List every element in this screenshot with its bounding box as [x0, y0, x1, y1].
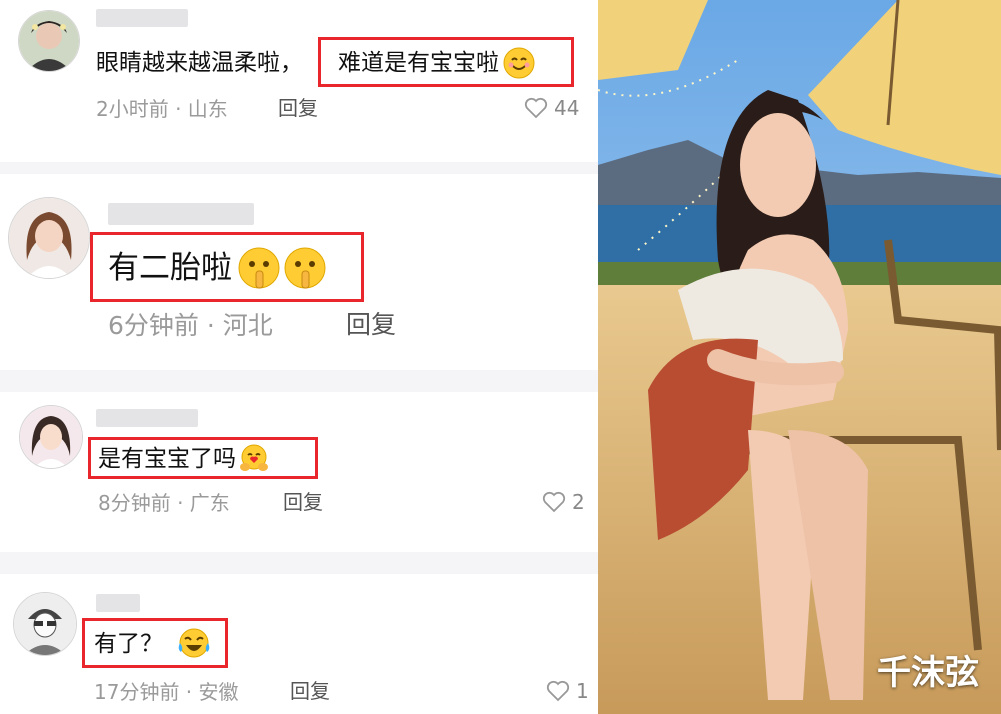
- like-button[interactable]: 1: [546, 680, 589, 702]
- avatar[interactable]: [19, 405, 83, 469]
- avatar[interactable]: [18, 10, 80, 72]
- username-blurred: [108, 203, 254, 225]
- comment-meta: 2小时前 · 山东: [96, 97, 228, 121]
- like-count: 2: [572, 490, 585, 514]
- comment-highlight-text: 难道是有宝宝啦: [338, 47, 535, 79]
- heart-icon: [524, 97, 548, 119]
- username-blurred: [96, 594, 140, 612]
- avatar[interactable]: [8, 197, 90, 279]
- username-blurred: [96, 409, 198, 427]
- tears-of-joy-icon: [177, 627, 211, 661]
- smiling-face-icon: [503, 47, 535, 79]
- reply-button[interactable]: 回复: [283, 492, 323, 512]
- like-button[interactable]: 44: [524, 97, 579, 119]
- hugging-face-icon: [238, 443, 270, 475]
- watermark-text: 千沫弦: [877, 653, 979, 693]
- comment-panel: 眼睛越来越温柔啦， 难道是有宝宝啦 2小时前 · 山东 回复 44 有二胎啦 6…: [0, 0, 598, 714]
- like-button[interactable]: 2: [542, 491, 585, 513]
- username-blurred: [96, 9, 188, 27]
- shushing-face-icon: [236, 245, 282, 291]
- comment-meta: 6分钟前 · 河北: [108, 310, 273, 340]
- avatar[interactable]: [13, 592, 77, 656]
- comment-meta: 17分钟前 · 安徽: [94, 680, 239, 704]
- heart-icon: [546, 680, 570, 702]
- divider: [0, 552, 598, 574]
- reply-button[interactable]: 回复: [346, 312, 396, 337]
- beach-photo: 千沫弦: [598, 0, 1001, 714]
- comment-meta: 8分钟前 · 广东: [98, 491, 230, 515]
- shushing-face-icon: [282, 245, 328, 291]
- divider: [0, 370, 598, 392]
- reply-button[interactable]: 回复: [290, 681, 330, 701]
- divider: [0, 162, 598, 174]
- comment-highlight-text: 有了？: [94, 627, 211, 661]
- like-count: 44: [554, 96, 580, 120]
- comment-highlight-text: 是有宝宝了吗: [98, 443, 270, 475]
- comment-highlight-text: 有二胎啦: [108, 247, 328, 289]
- reply-button[interactable]: 回复: [278, 98, 318, 118]
- heart-icon: [542, 491, 566, 513]
- like-count: 1: [576, 679, 589, 703]
- comment-text: 眼睛越来越温柔啦，: [96, 49, 303, 76]
